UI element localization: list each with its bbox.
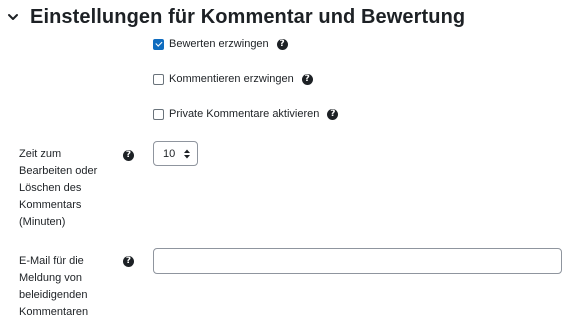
edit-time-label: Zeit zum Bearbeiten oder Löschen des Kom… — [19, 148, 98, 228]
help-icon[interactable]: ? — [276, 38, 288, 50]
report-email-input[interactable] — [153, 248, 562, 274]
comment-required-checkbox[interactable] — [153, 73, 164, 85]
help-icon[interactable]: ? — [123, 150, 134, 161]
help-icon[interactable]: ? — [327, 108, 339, 120]
checkbox-row-comment-required[interactable]: Kommentieren erzwingen ? — [153, 70, 313, 88]
section-title: Einstellungen für Kommentar und Bewertun… — [30, 5, 466, 28]
checkbox-row-rating-required[interactable]: Bewerten erzwingen ? — [153, 35, 288, 53]
chevron-down-icon[interactable] — [6, 10, 20, 24]
section-toggle[interactable]: Einstellungen für Kommentar und Bewertun… — [6, 4, 465, 30]
help-icon[interactable]: ? — [301, 73, 313, 85]
report-email-label: E-Mail für die Meldung von beleidigenden… — [19, 255, 89, 318]
select-arrows-icon — [184, 149, 190, 159]
private-comments-checkbox[interactable] — [153, 108, 164, 120]
private-comments-label: Private Kommentare aktivieren — [169, 108, 320, 120]
checkbox-row-private-comments[interactable]: Private Kommentare aktivieren ? — [153, 105, 339, 123]
edit-time-value: 10 — [163, 147, 176, 160]
help-icon[interactable]: ? — [123, 256, 134, 267]
edit-time-select[interactable]: 10 — [153, 141, 198, 166]
rating-required-label: Bewerten erzwingen — [169, 38, 269, 50]
comment-required-label: Kommentieren erzwingen — [169, 73, 294, 85]
rating-required-checkbox[interactable] — [153, 38, 164, 50]
